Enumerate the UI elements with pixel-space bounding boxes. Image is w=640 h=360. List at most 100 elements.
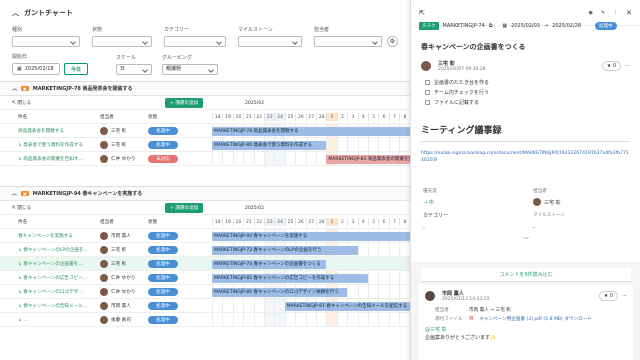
checkbox[interactable] (425, 80, 430, 85)
assignee-name: 仁井 ゆかり (111, 276, 136, 281)
add-issue-button[interactable]: + 課題の追加 (165, 98, 204, 108)
issue-link[interactable]: ↳ 商品発表会の開催を告知す… (18, 152, 98, 166)
issue-link[interactable]: ↳ 春キャンペーンの広告コピー… (18, 271, 98, 285)
issue-link[interactable]: ↳ … (18, 313, 98, 327)
copy-icon[interactable]: ⧉ (489, 23, 493, 29)
open-external-icon[interactable]: ⇱ (419, 9, 425, 17)
column-assignee[interactable]: 担当者 (100, 110, 114, 124)
star-button[interactable]: ★ 0 (598, 291, 618, 301)
filter-select[interactable] (238, 36, 302, 47)
status-badge[interactable]: 処理中 (148, 246, 178, 254)
mention[interactable]: @三宅 彰 (425, 326, 627, 333)
status-badge[interactable]: 処理中 (148, 232, 178, 240)
toolbar-row: ⇱ 閉じる + 課題の追加 2025/02 (0, 201, 410, 215)
checkbox[interactable] (425, 90, 430, 95)
today-button[interactable]: 今日 (64, 63, 89, 75)
filter-select[interactable] (164, 36, 226, 47)
issue-link[interactable]: ↳ 発表会で使う資料を作成する (18, 138, 98, 152)
status-badge[interactable]: 処理中 (148, 288, 178, 296)
column-name[interactable]: 件名 (18, 215, 27, 229)
assignee-cell: 市岡 薫人 (100, 299, 131, 313)
document-link[interactable]: https://nulab-sigma.backlog.com/document… (411, 148, 640, 166)
scale-select[interactable]: 日 (116, 64, 153, 75)
gantt-bar[interactable]: MARKETINGJP-86 春キャンペーンのロゴデザイン依頼を行う (212, 287, 348, 297)
star-button[interactable]: ★ 0 (601, 61, 621, 71)
issue-link[interactable]: 商品発表会を開催する (18, 124, 98, 138)
start-date-value: 2025/02/18 (24, 66, 54, 72)
status-badge[interactable]: 未対応 (148, 155, 178, 163)
checklist-item[interactable]: 企画書のたたき台を作る (425, 79, 626, 86)
comments-area: コメントを9件読み込む 市岡 薫人 2025/02/12 14:33:55 ★ … (411, 262, 640, 360)
table-row[interactable]: ↳ … 後藤 真司 処理中 (0, 313, 410, 327)
filter-select[interactable] (92, 36, 152, 47)
status-badge[interactable]: 処理中 (148, 274, 178, 282)
column-assignee[interactable]: 担当者 (100, 215, 114, 229)
more-icon[interactable]: ⋯ (625, 63, 630, 69)
more-icon[interactable]: ⋯ (622, 293, 627, 299)
close-icon[interactable]: ✕ (626, 9, 632, 17)
column-status[interactable]: 状態 (148, 110, 157, 124)
gantt-bar[interactable]: MARKETINGJP-80 発表会で使う資料を作成する (212, 140, 327, 150)
issue-key[interactable]: MARKETINGJP-74 (443, 23, 485, 29)
status-badge[interactable]: 処理中 (148, 260, 178, 268)
watch-icon[interactable]: ◉ (589, 10, 593, 16)
gantt-bar[interactable]: MARKETINGJP-94 春キャンペーンを実施する (212, 231, 410, 241)
collapse-link[interactable]: ⇱ 閉じる (12, 201, 31, 215)
gantt-bar[interactable]: MARKETINGJP-74 春キャンペーンの企画書をつくる (212, 259, 327, 269)
status-badge[interactable]: 処理中 (148, 127, 178, 135)
gantt-bar[interactable]: MARKETINGJP-78 商品発表会を開催する (212, 126, 410, 136)
start-date-input[interactable]: ▦ 2025/02/18 (12, 63, 60, 75)
issue-link[interactable]: ↳ 春キャンペーンのロゴデザ… (18, 285, 98, 299)
table-row[interactable]: ↳ 春キャンペーンのロゴデザ… 仁井 ゆかり 処理中 MARKETINGJP-86 春… (0, 285, 410, 299)
gantt-bar[interactable]: MARKETINGJP-81 商品発表会の開催を告知する (326, 154, 410, 164)
checklist-item[interactable]: チーム内チェックを行う (425, 89, 626, 96)
table-row[interactable]: ↳ 春キャンペーンの告知メール… 市岡 薫人 処理中 MARKETINGJP-87 春… (0, 299, 410, 313)
issue-link[interactable]: ↳ 春キャンペーンの企画書を… (18, 257, 98, 271)
filter-select[interactable] (12, 36, 80, 47)
table-row[interactable]: ↳ 商品発表会の開催を告知す… 仁井 ゆかり 未対応 MARKETINGJP-81 商… (0, 152, 410, 166)
collapse-chevron-icon[interactable]: ︿ (12, 190, 17, 197)
expand-chevron-icon[interactable]: ﹀ (423, 235, 629, 244)
table-row[interactable]: ↳ 春キャンペーンの企画書を… 三宅 彰 処理中 MARKETINGJP-74 春キャ… (0, 257, 410, 271)
collapse-chevron-icon[interactable]: ︿ (12, 85, 17, 92)
status-badge[interactable]: 処理中 (148, 141, 178, 149)
column-name[interactable]: 件名 (18, 110, 27, 124)
settings-icon[interactable]: ⚙ (387, 36, 398, 47)
checkbox[interactable] (425, 100, 430, 105)
grouping-select[interactable]: 親課題 (162, 64, 219, 75)
more-icon[interactable]: ⋮ (613, 10, 618, 16)
table-row[interactable]: ↳ 春キャンペーンの広告コピー… 仁井 ゆかり 処理中 MARKETINGJP-85 … (0, 271, 410, 285)
column-status[interactable]: 状態 (148, 215, 157, 229)
issue-link[interactable]: 春キャンペーンを実施する (18, 229, 98, 243)
status-badge[interactable]: 処理中 (148, 316, 178, 324)
collapse-link[interactable]: ⇱ 閉じる (12, 96, 31, 110)
table-row[interactable]: 春キャンペーンを実施する 市岡 薫人 処理中 MARKETINGJP-94 春キャンペ… (0, 229, 410, 243)
checklist-item[interactable]: ファイルに記載する (425, 99, 626, 106)
day-header: 3 (347, 113, 357, 121)
assignee-cell: 三宅 彰 (100, 124, 126, 138)
filter-select[interactable] (314, 36, 382, 47)
status-badge[interactable]: 処理中 (595, 22, 617, 30)
category-value: - (423, 225, 425, 231)
add-issue-button[interactable]: + 課題の追加 (165, 203, 204, 213)
table-row[interactable]: 商品発表会を開催する 三宅 彰 処理中 MARKETINGJP-78 商品発表会を開催… (0, 124, 410, 138)
attachment-link[interactable]: キャンペーン用企画書 (3).pdf (5.8 MB) ダウンロード (479, 316, 592, 322)
gantt-bar[interactable]: MARKETINGJP-73 春キャンペーンのLPの企画を行う (212, 245, 358, 255)
collapse-chevron-icon[interactable]: ︿ (12, 8, 19, 18)
filter-2: カテゴリー (164, 26, 226, 47)
load-comments-link[interactable]: コメントを9件読み込む (421, 268, 631, 282)
issue-link[interactable]: ↳ 春キャンペーンのLPの企画を… (18, 243, 98, 257)
status-badge[interactable]: 処理中 (148, 302, 178, 310)
day-header: 1 (326, 113, 337, 121)
group-title: MARKETINGJP-78 商品発表会を開催する (32, 86, 133, 92)
table-row[interactable]: ↳ 春キャンペーンのLPの企画を… 三宅 彰 処理中 MARKETINGJP-73 春… (0, 243, 410, 257)
gantt-bar[interactable]: MARKETINGJP-87 春キャンペーンの告知メールを配信する (284, 301, 410, 311)
filter-label: カテゴリー (164, 27, 190, 33)
group-header[interactable]: ︿ ▣ MARKETINGJP-78 商品発表会を開催する (0, 82, 410, 96)
issue-link[interactable]: ↳ 春キャンペーンの告知メール… (18, 299, 98, 313)
gantt-bar[interactable]: MARKETINGJP-85 春キャンペーンの広告コピーを作成する (212, 273, 368, 283)
table-row[interactable]: ↳ 発表会で使う資料を作成する 三宅 彰 処理中 MARKETINGJP-80 発表会… (0, 138, 410, 152)
group-header[interactable]: ︿ ▣ MARKETINGJP-94 春キャンペーンを実施する (0, 187, 410, 201)
edit-icon[interactable]: ✎ (601, 10, 605, 16)
assignee-cell: 三宅 彰 (100, 257, 126, 271)
